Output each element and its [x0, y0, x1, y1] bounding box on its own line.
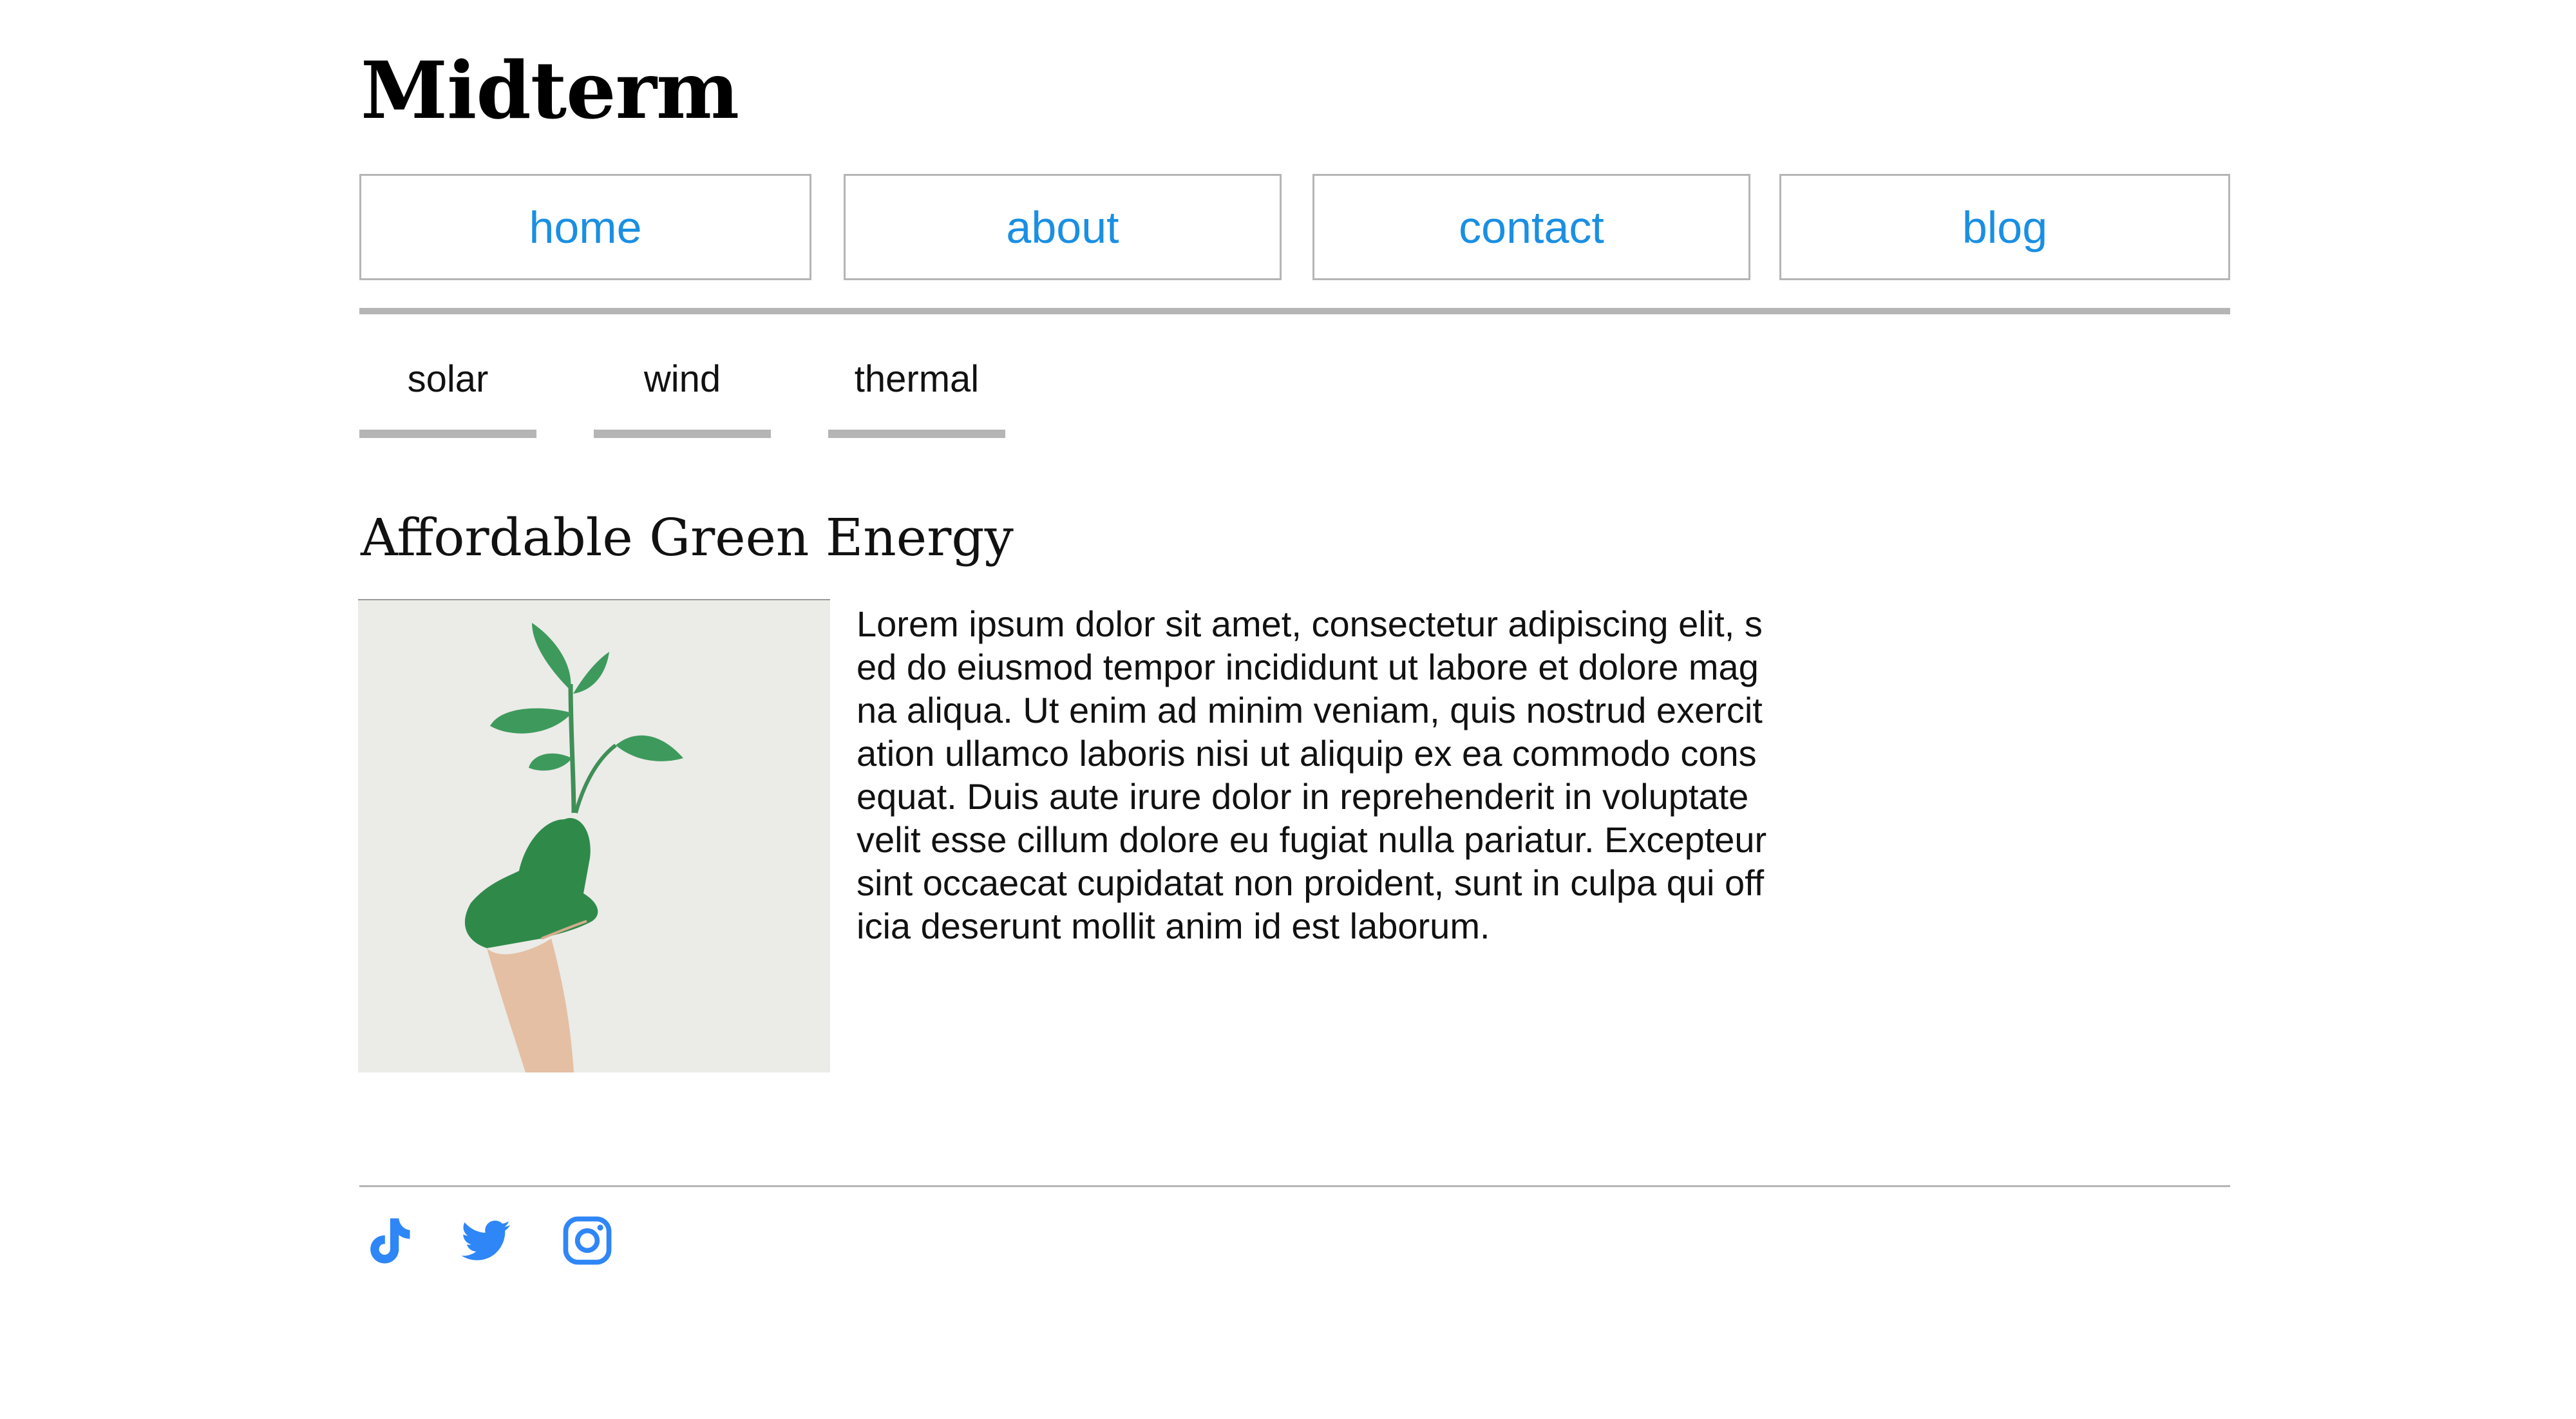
nav-home-button[interactable]: home	[359, 174, 811, 280]
subtab-thermal[interactable]: thermal	[828, 348, 1005, 438]
tiktok-icon[interactable]	[358, 1211, 417, 1270]
plant-hand-illustration	[358, 600, 830, 1072]
site-title: Midterm	[361, 44, 739, 137]
nav-contact-button[interactable]: contact	[1312, 174, 1750, 280]
article-heading: Affordable Green Energy	[361, 508, 1014, 567]
instagram-icon[interactable]	[558, 1211, 617, 1270]
nav-blog-button[interactable]: blog	[1779, 174, 2230, 280]
article-body: Lorem ipsum dolor sit amet, consectetur …	[857, 604, 1767, 946]
nav-about-button[interactable]: about	[844, 174, 1282, 280]
footer-divider	[359, 1185, 2230, 1187]
subtab-wind[interactable]: wind	[594, 348, 771, 438]
subtab-solar[interactable]: solar	[359, 348, 536, 438]
twitter-icon[interactable]	[456, 1211, 515, 1270]
nav-divider	[359, 308, 2230, 314]
page: Midterm home about contact blog solar wi…	[0, 0, 2576, 1419]
article-image	[358, 599, 830, 1072]
